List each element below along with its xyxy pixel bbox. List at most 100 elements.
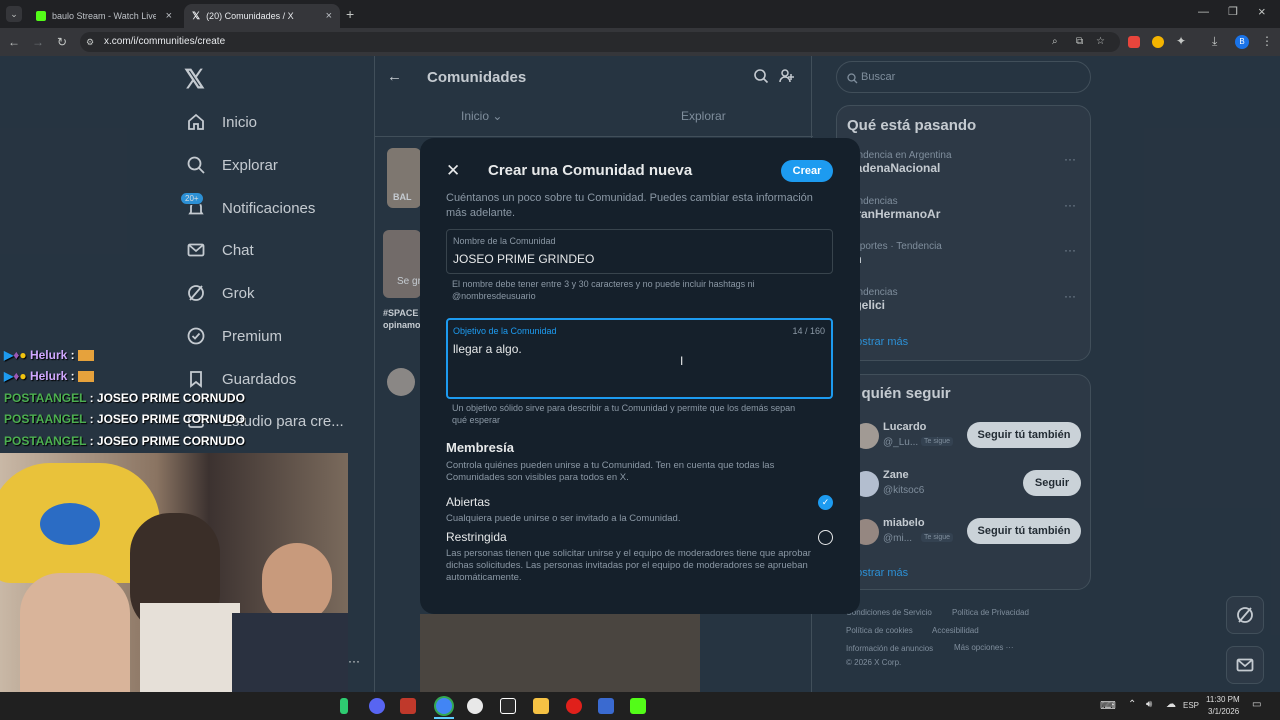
- community-purpose-input[interactable]: llegar a algo.: [453, 342, 522, 356]
- obs-icon[interactable]: [467, 698, 483, 714]
- name-hint: El nombre debe tener entre 3 y 30 caract…: [452, 279, 755, 301]
- minimize-icon[interactable]: —: [1198, 6, 1209, 18]
- chat-username: Helurk: [29, 369, 68, 383]
- chat-username: Helurk: [29, 348, 68, 362]
- tab-title: (20) Comunidades / X: [206, 11, 294, 21]
- chat-username: POSTAANGEL: [4, 391, 87, 405]
- kick-icon[interactable]: [630, 698, 646, 714]
- forward-arrow-icon[interactable]: →: [30, 34, 46, 50]
- more-dots-icon[interactable]: ···: [348, 654, 360, 668]
- url-bar[interactable]: ⚙ x.com/i/communities/create ⌕ ⧉ ☆: [80, 32, 1120, 52]
- radio-unselected[interactable]: [818, 530, 833, 545]
- zoom-icon[interactable]: ⌕: [1052, 32, 1058, 52]
- option-restricted[interactable]: Restringida Las personas tienen que soli…: [446, 530, 833, 590]
- chat-line: POSTAANGEL : JOSEO PRIME CORNUDO: [4, 391, 245, 405]
- community-name-input[interactable]: JOSEO PRIME GRINDEO: [453, 252, 594, 266]
- intro-text: Cuéntanos un poco sobre tu Comunidad. Pu…: [446, 192, 813, 219]
- webcam-video: [0, 453, 348, 692]
- reload-icon[interactable]: ↻: [54, 34, 70, 50]
- person-face: [20, 573, 130, 692]
- clock-date[interactable]: 3/1/2026: [1208, 707, 1239, 716]
- tab-x[interactable]: 𝕏 (20) Comunidades / X ×: [184, 4, 340, 28]
- profile-avatar[interactable]: B: [1235, 35, 1249, 49]
- community-name-field[interactable]: Nombre de la Comunidad JOSEO PRIME GRIND…: [446, 229, 833, 274]
- bookmark-star-icon[interactable]: ☆: [1096, 32, 1105, 52]
- volume-icon[interactable]: 🔊︎: [1146, 699, 1152, 710]
- field-label: Objetivo de la Comunidad: [453, 326, 557, 336]
- background-video-fragment: [420, 614, 700, 692]
- chat-badges-icon: ▶: [4, 348, 14, 362]
- close-window-icon[interactable]: ×: [1258, 4, 1266, 19]
- chat-badges-icon: ●: [19, 348, 27, 362]
- puzzle-icon[interactable]: ✦: [1176, 34, 1186, 48]
- chat-message: JOSEO PRIME CORNUDO: [96, 434, 245, 448]
- create-button[interactable]: Crear: [781, 160, 833, 182]
- community-purpose-field[interactable]: Objetivo de la Comunidad 14 / 160 llegar…: [446, 318, 833, 399]
- app-icon[interactable]: [400, 698, 416, 714]
- membership-desc: Controla quiénes pueden unirse a tu Comu…: [446, 460, 775, 483]
- tab-search-button[interactable]: ⌄: [6, 6, 22, 22]
- download-icon[interactable]: ⤓: [1212, 34, 1217, 49]
- option-label: Restringida: [446, 530, 507, 544]
- clock-time[interactable]: 11:30 PM: [1206, 695, 1240, 704]
- network-icon[interactable]: ☁: [1166, 699, 1176, 710]
- person-right-shirt: [232, 613, 348, 692]
- folder-icon[interactable]: [533, 698, 549, 714]
- install-icon[interactable]: ⧉: [1076, 32, 1083, 52]
- close-icon[interactable]: ×: [166, 10, 172, 22]
- chat-line: POSTAANGEL : JOSEO PRIME CORNUDO: [4, 434, 245, 448]
- emote-icon: [77, 371, 94, 383]
- tab-title: baulo Stream - Watch Live: [52, 11, 156, 21]
- keyboard-icon[interactable]: ⌨: [1100, 699, 1116, 712]
- dialog-title: Crear una Comunidad nueva: [488, 162, 693, 179]
- extension-icon[interactable]: [1128, 36, 1140, 48]
- extension-icon[interactable]: [1152, 36, 1164, 48]
- chat-badges-icon: ●: [19, 369, 27, 383]
- x-logo-icon: 𝕏: [192, 10, 201, 22]
- chevron-up-icon[interactable]: ⌃: [1128, 699, 1136, 710]
- option-desc: Las personas tienen que solicitar unirse…: [446, 548, 811, 583]
- opera-icon[interactable]: [566, 698, 582, 714]
- field-label: Nombre de la Comunidad: [453, 236, 556, 246]
- option-desc: Cualquiera puede unirse o ser invitado a…: [446, 513, 681, 524]
- new-tab-button[interactable]: +: [346, 6, 354, 22]
- windows-taskbar: ⌨ ⌃ 🔊︎ ☁ ESP 11:30 PM 3/1/2026 ▭: [0, 692, 1280, 720]
- address-bar-row: ← → ↻ ⚙ x.com/i/communities/create ⌕ ⧉ ☆…: [0, 28, 1280, 56]
- browser-tab-bar: ⌄ baulo Stream - Watch Live × 𝕏 (20) Com…: [0, 0, 1280, 28]
- emote-icon: [77, 350, 94, 362]
- chat-username: POSTAANGEL: [4, 434, 87, 448]
- back-arrow-icon[interactable]: ←: [6, 34, 22, 50]
- url-text: x.com/i/communities/create: [104, 36, 226, 47]
- app-icon[interactable]: [500, 698, 516, 714]
- maximize-icon[interactable]: ❐: [1228, 5, 1238, 18]
- notifications-icon[interactable]: ▭: [1252, 699, 1261, 710]
- tab-stream[interactable]: baulo Stream - Watch Live ×: [28, 4, 180, 28]
- char-counter: 14 / 160: [792, 326, 825, 336]
- close-icon[interactable]: ×: [326, 10, 332, 22]
- chat-badges-icon: ▶: [4, 369, 14, 383]
- option-open[interactable]: Abiertas Cualquiera puede unirse o ser i…: [446, 495, 833, 527]
- option-label: Abiertas: [446, 495, 491, 509]
- chrome-icon[interactable]: [436, 698, 452, 714]
- person-right: [262, 543, 332, 623]
- chat-line: ▶♦● Helurk :: [4, 369, 94, 383]
- app-icon[interactable]: [340, 698, 348, 714]
- kick-icon: [36, 11, 46, 21]
- menu-dots-icon[interactable]: ⋮: [1261, 34, 1273, 48]
- membership-title: Membresía: [446, 440, 514, 455]
- site-info-icon[interactable]: ⚙: [86, 32, 94, 52]
- purpose-hint: Un objetivo sólido sirve para describir …: [452, 403, 796, 425]
- chat-line: ▶♦● Helurk :: [4, 348, 94, 362]
- beanie-logo: [40, 503, 100, 545]
- language-indicator[interactable]: ESP: [1183, 701, 1199, 710]
- chat-username: POSTAANGEL: [4, 412, 87, 426]
- close-icon[interactable]: ✕: [446, 161, 460, 181]
- chat-line: POSTAANGEL : JOSEO PRIME CORNUDO: [4, 412, 245, 426]
- radio-selected[interactable]: ✓: [818, 495, 833, 510]
- app-icon[interactable]: [598, 698, 614, 714]
- chat-message: JOSEO PRIME CORNUDO: [96, 412, 245, 426]
- taskbar-active-indicator: [434, 717, 454, 719]
- chat-message: JOSEO PRIME CORNUDO: [96, 391, 245, 405]
- person-shirt: [140, 603, 240, 692]
- discord-icon[interactable]: [369, 698, 385, 714]
